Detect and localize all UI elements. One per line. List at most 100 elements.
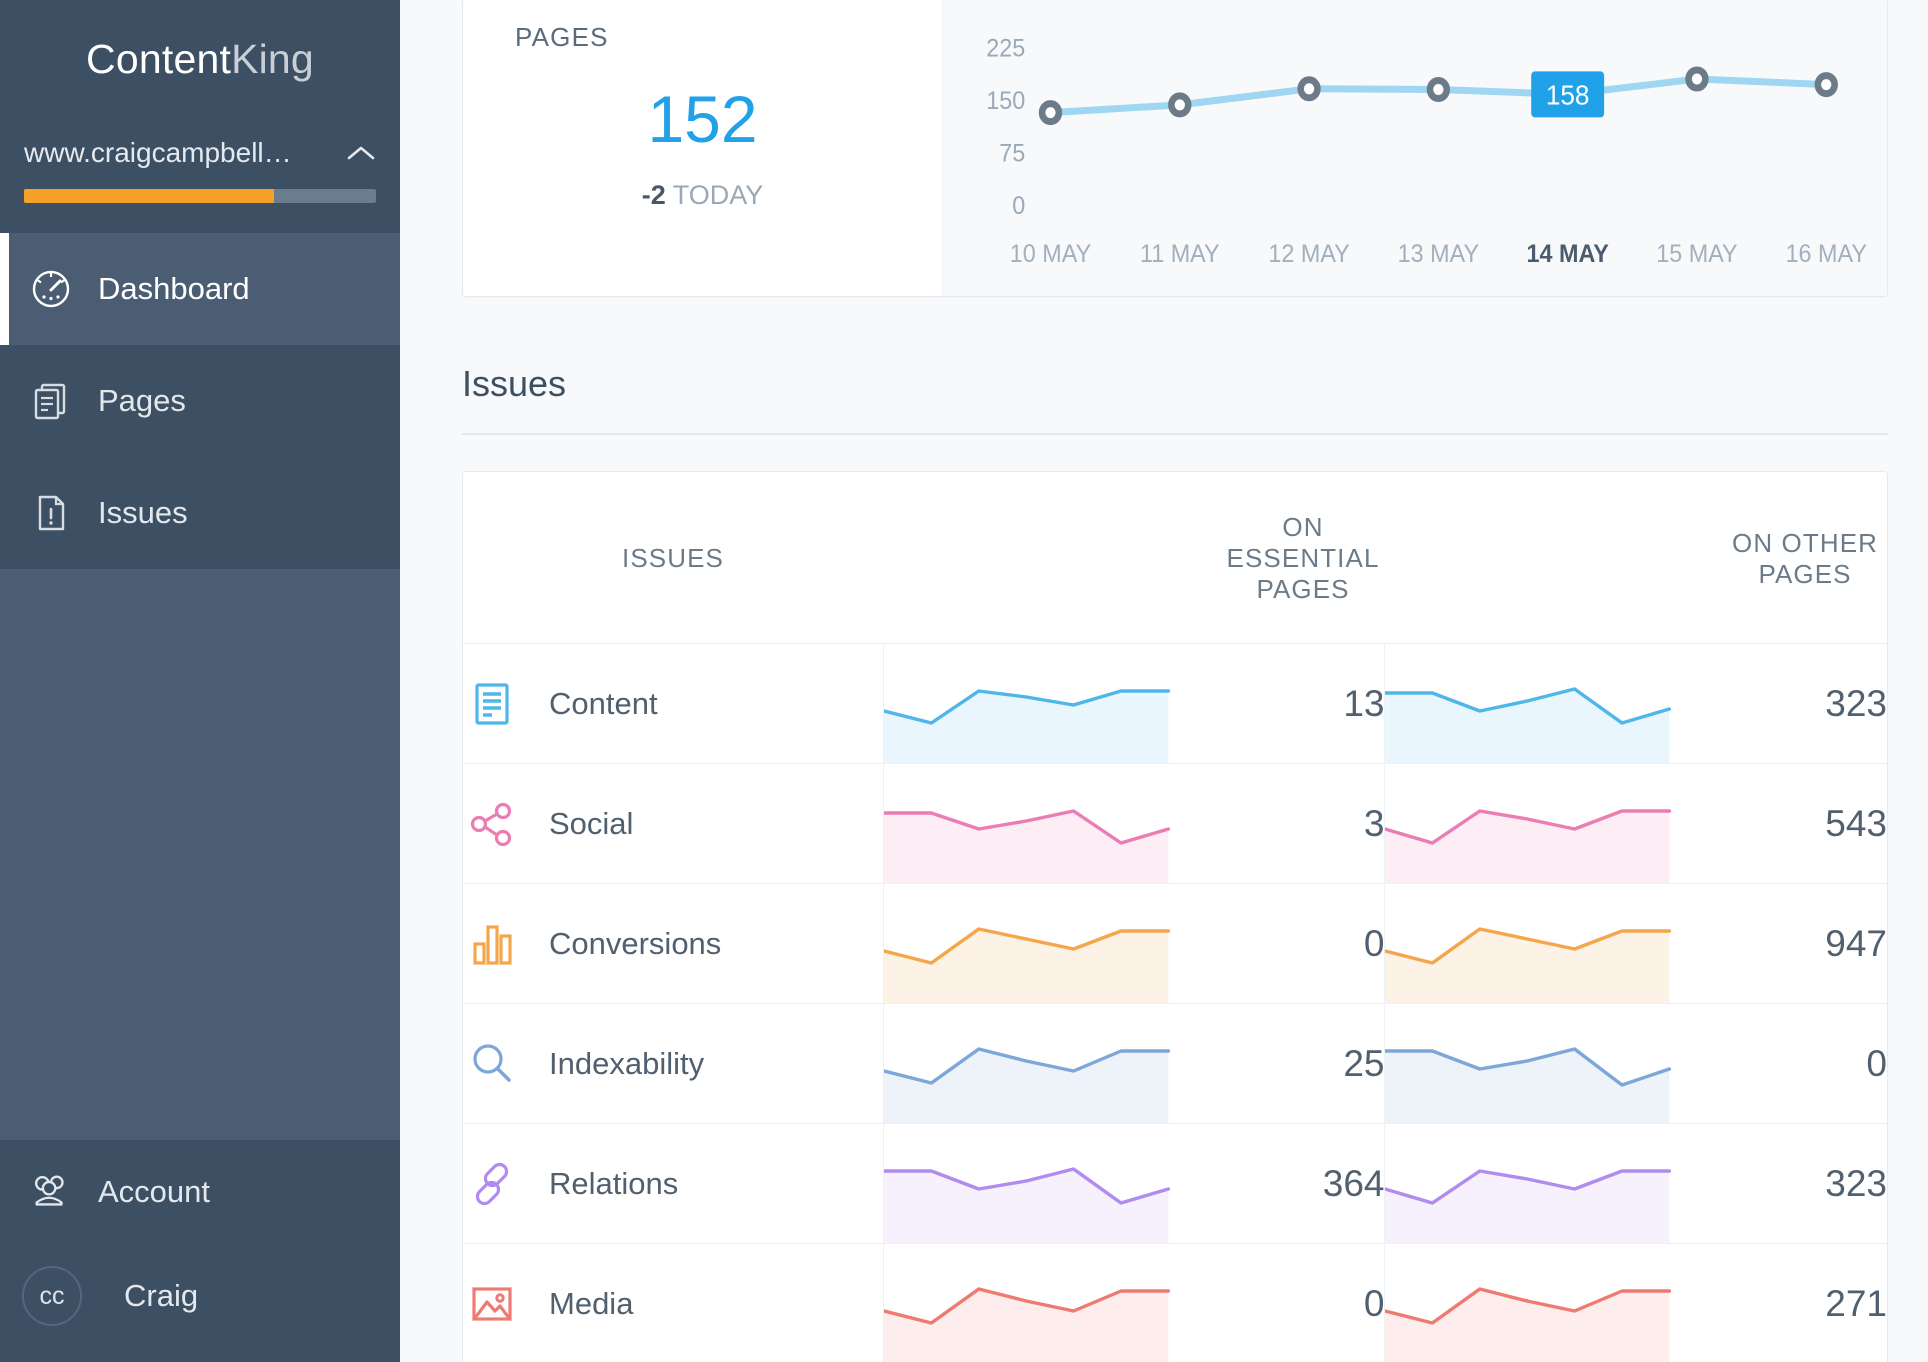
chart-data-point[interactable] [1297, 76, 1321, 102]
essential-count-cell: 364 [1221, 1123, 1386, 1244]
other-sparkline-cell [1384, 883, 1724, 1004]
issue-name-cell[interactable]: Social [463, 763, 884, 884]
pages-line-chart[interactable]: 225 150 75 0 10 MAY 11 MAY 12 MAY 13 MAY 14 MAY… [943, 0, 1887, 296]
table-row[interactable]: Social 3 543 [463, 763, 1887, 884]
magnifier-icon [463, 1035, 521, 1093]
metric-label: PAGES [515, 22, 609, 52]
sidebar-item-pages[interactable]: Pages [0, 345, 400, 457]
other-count-cell: 947 [1723, 883, 1887, 1004]
essential-sparkline-cell [883, 1244, 1221, 1362]
chart-x-tick: 13 MAY [1398, 240, 1479, 268]
link-chain-icon [463, 1155, 521, 1213]
issues-table-card: ISSUES ON ESSENTIAL PAGES ON OTHER PAGES… [462, 471, 1888, 1362]
table-row[interactable]: Relations 364 323 [463, 1123, 1887, 1244]
sidebar-item-user[interactable]: cc Craig [0, 1244, 400, 1348]
chart-data-point[interactable] [1814, 72, 1838, 98]
essential-count-cell: 0 [1221, 883, 1386, 1004]
essential-sparkline-cell [883, 1123, 1222, 1244]
sidebar-item-account[interactable]: Account [0, 1140, 400, 1244]
issue-document-icon [28, 490, 74, 536]
pages-metric-card: PAGES 152 -2 TODAY 225 150 75 0 10 MAY 11 MA… [462, 0, 1888, 297]
issue-name-cell[interactable]: Indexability [463, 1003, 884, 1124]
issue-label: Conversions [549, 925, 722, 961]
metric-center: 152 -2 TODAY [463, 86, 942, 211]
pages-icon [28, 378, 74, 424]
chart-x-tick: 15 MAY [1656, 240, 1737, 268]
chart-y-tick: 0 [1012, 192, 1025, 220]
essential-sparkline-cell [883, 763, 1222, 884]
essential-sparkline-cell [883, 643, 1222, 764]
other-count-cell: 271 [1825, 1282, 1887, 1324]
issues-table: ISSUES ON ESSENTIAL PAGES ON OTHER PAGES… [463, 472, 1887, 1362]
sparkline-svg [883, 1287, 1170, 1362]
sparkline-svg [883, 689, 1170, 763]
chevron-up-icon[interactable] [346, 138, 376, 168]
table-row[interactable]: Media 0 271 [463, 1243, 1887, 1362]
chart-tooltip-label: 158 [1546, 79, 1590, 111]
essential-sparkline-cell [883, 1003, 1222, 1124]
column-header-issues: ISSUES [463, 472, 884, 644]
sparkline-svg [883, 1167, 1170, 1243]
avatar: cc [22, 1266, 100, 1326]
chart-data-point[interactable] [1685, 66, 1709, 92]
column-header-essential: ON ESSENTIAL PAGES [1221, 472, 1385, 644]
sidebar-item-label: Account [98, 1174, 211, 1209]
site-selector-row[interactable]: www.craigcampbell… [24, 137, 376, 169]
table-row[interactable]: Content 13 323 [463, 643, 1887, 764]
other-sparkline-cell [1385, 1244, 1723, 1362]
other-sparkline-cell [1384, 763, 1724, 884]
other-sparkline-cell [1384, 1003, 1724, 1124]
sparkline-area [1385, 811, 1670, 883]
sidebar-item-label: Dashboard [98, 271, 250, 306]
chart-y-tick: 225 [986, 35, 1025, 63]
brand-block: ContentKing [0, 0, 400, 83]
sidebar-item-issues[interactable]: Issues [0, 457, 400, 569]
issue-label: Media [549, 1285, 634, 1321]
metric-delta-suffix: TODAY [672, 180, 764, 210]
sidebar: ContentKing www.craigcampbell… Dashboard… [0, 0, 400, 1362]
chart-data-point[interactable] [1426, 77, 1451, 102]
chart-y-tick: 75 [999, 140, 1025, 168]
metric-value: 152 [647, 82, 758, 156]
chart-data-point[interactable] [1168, 92, 1192, 118]
chart-x-tick: 10 MAY [1010, 240, 1091, 268]
issues-heading: Issues [462, 363, 567, 404]
table-row[interactable]: Indexability 25 0 [463, 1003, 1887, 1124]
other-count-cell: 543 [1723, 763, 1887, 884]
issue-name-cell[interactable]: Relations [463, 1123, 884, 1244]
sidebar-item-dashboard[interactable]: Dashboard [0, 233, 400, 345]
sparkline-svg [1385, 687, 1672, 763]
sparkline-area [883, 691, 1168, 763]
sparkline-area [1385, 1171, 1670, 1243]
sparkline-svg [1385, 1287, 1672, 1362]
issue-name-cell[interactable]: Conversions [463, 883, 884, 1004]
metric-delta: -2 TODAY [463, 180, 942, 211]
chart-data-point[interactable] [1038, 100, 1063, 126]
chart-x-tick: 11 MAY [1140, 240, 1220, 268]
image-icon [463, 1275, 521, 1333]
issue-name-cell[interactable]: Content [463, 643, 884, 764]
site-selector[interactable]: www.craigcampbell… [0, 137, 400, 233]
table-row[interactable]: Conversions 0 947 [463, 883, 1887, 1004]
avatar-initials: cc [22, 1266, 82, 1326]
sparkline-svg [1385, 1169, 1672, 1243]
column-header-other-spark [1384, 472, 1724, 644]
issue-label: Social [549, 805, 634, 841]
brand-part-two: King [231, 36, 314, 82]
essential-sparkline-cell [883, 883, 1222, 1004]
sidebar-item-label: Craig [124, 1278, 199, 1313]
sparkline-svg [1385, 1047, 1672, 1123]
issue-label: Indexability [549, 1045, 705, 1081]
column-header-other: ON OTHER PAGES [1723, 472, 1887, 644]
crawl-progress-fill [24, 189, 274, 203]
metric-summary: PAGES 152 -2 TODAY [463, 0, 943, 296]
app-logo[interactable]: ContentKing [0, 36, 400, 83]
chart-y-tick: 150 [986, 87, 1025, 115]
issues-table-head: ISSUES ON ESSENTIAL PAGES ON OTHER PAGES [463, 472, 1887, 644]
chart-x-tick: 12 MAY [1268, 240, 1349, 268]
bar-chart-icon [463, 915, 521, 973]
other-count-cell: 323 [1723, 1123, 1887, 1244]
issue-name-cell[interactable]: Media [463, 1243, 884, 1362]
issue-label: Relations [549, 1165, 679, 1201]
other-sparkline-cell [1384, 643, 1724, 764]
